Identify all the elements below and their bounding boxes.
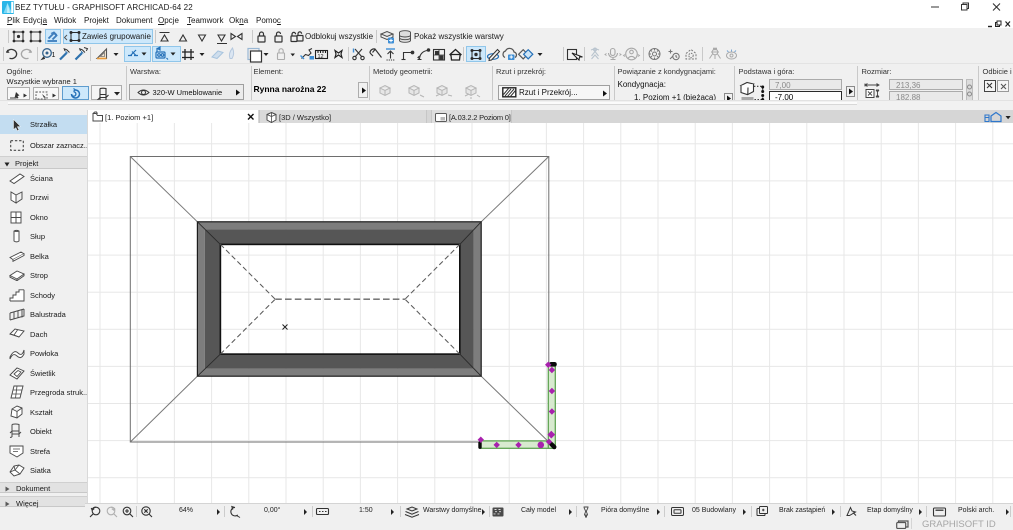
- svg-text:1: 1: [52, 52, 56, 59]
- svg-text:12: 12: [318, 54, 324, 60]
